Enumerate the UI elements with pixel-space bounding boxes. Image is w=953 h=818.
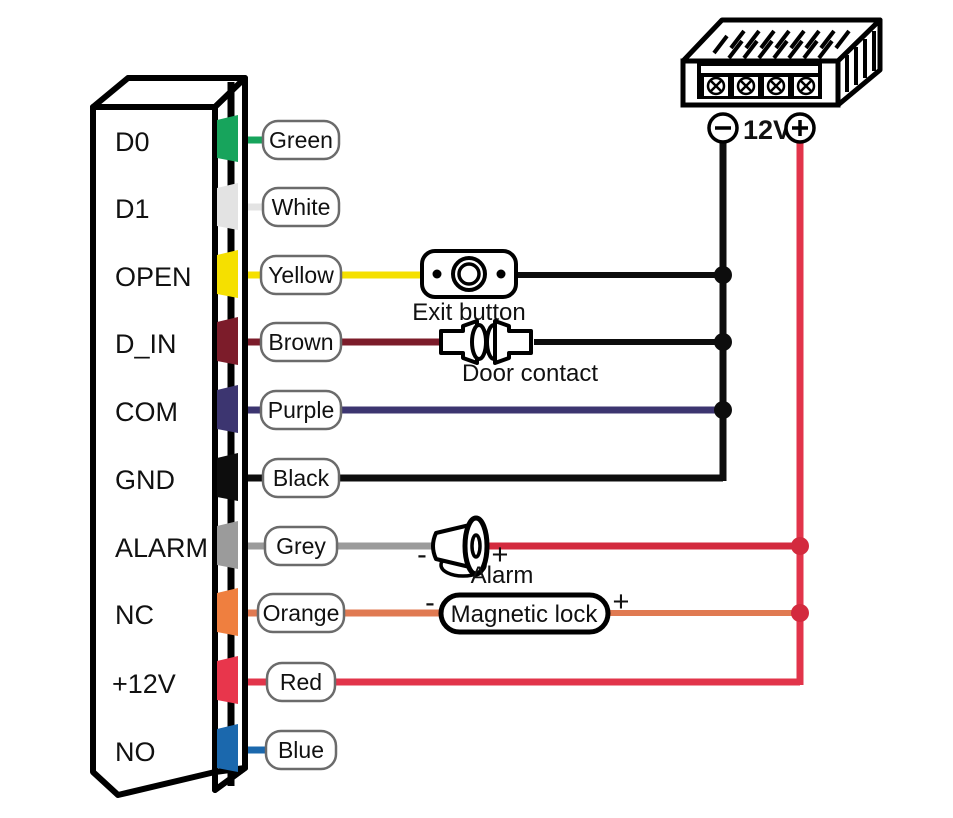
wire-label-blue[interactable]: Blue [264,729,338,771]
color-tab-orange [217,588,238,636]
pin-label-com: COM [115,397,178,427]
pin-label-12v: +12V [112,669,176,699]
door-contact[interactable]: Door contact [439,319,598,387]
magnetic-lock-label: Magnetic lock [451,601,599,628]
alarm[interactable]: - + Alarm [417,515,534,589]
color-tab-green [217,115,238,162]
pin-label-no: NO [115,737,156,767]
magnetic-lock-plus-sign: + [613,586,630,618]
pin-label-gnd: GND [115,465,175,495]
wire-label-orange[interactable]: Orange [256,592,346,634]
color-tab-white [217,183,238,230]
wire-label-brown-text: Brown [268,329,333,355]
wire-label-green-text: Green [269,127,333,153]
door-contact-label: Door contact [462,360,598,387]
junction-dot-neg-3 [714,401,732,419]
exit-button-mount-hole-right [496,269,506,279]
pin-label-alarm: ALARM [115,533,208,563]
magnetic-lock-minus-sign: - [425,587,435,619]
pin-label-d0: D0 [115,127,150,157]
pin-label-d1: D1 [115,194,150,224]
wire-color-labels: Green White Yellow Brown Purple Black Gr… [256,119,346,771]
junction-dot-pos-2 [791,604,809,622]
wiring-diagram-canvas: D0 D1 OPEN D_IN COM GND ALARM NC +12V NO… [90,17,883,798]
color-tab-grey [217,521,238,569]
psu-screw-4[interactable] [792,75,820,98]
wire-label-grey-text: Grey [276,533,326,559]
wire-label-white[interactable]: White [261,186,341,228]
wire-label-yellow-text: Yellow [268,262,334,288]
power-buses [714,143,809,685]
color-tab-red [217,656,238,704]
color-tab-yellow [217,250,238,298]
magnetic-lock[interactable]: Magnetic lock - + [425,586,630,635]
wire-label-green[interactable]: Green [261,119,341,161]
psu-screw-3[interactable] [762,75,790,98]
wire-label-grey[interactable]: Grey [263,525,339,567]
exit-button-mount-hole-left [432,269,442,279]
color-tab-black [217,453,238,501]
color-tab-brown [217,317,238,365]
wire-label-brown[interactable]: Brown [259,321,343,363]
psu-terminal-strip-top [701,66,818,73]
alarm-minus-sign: - [417,539,427,571]
door-contact-right-body [493,319,533,365]
wire-runs [228,136,803,754]
wire-label-black[interactable]: Black [261,457,341,499]
wire-label-black-text: Black [273,465,330,491]
12v-power-supply[interactable]: 12V [680,17,883,145]
wire-label-white-text: White [272,194,331,220]
psu-voltage-label: 12V [743,115,791,145]
door-contact-left-cap [470,323,488,361]
pin-label-d-in: D_IN [115,329,177,359]
junction-dot-pos-1 [791,537,809,555]
color-tab-purple [217,385,238,433]
psu-negative-terminal[interactable] [707,112,739,144]
exit-button-inner-ring [457,262,481,286]
pin-label-nc: NC [115,600,154,630]
color-tab-blue [217,724,238,772]
pin-label-open: OPEN [115,262,192,292]
wire-label-purple[interactable]: Purple [259,389,343,431]
wire-label-yellow[interactable]: Yellow [259,254,343,296]
psu-positive-terminal[interactable] [784,112,816,144]
junction-dot-neg-1 [714,266,732,284]
psu-screw-1[interactable] [702,75,730,98]
alarm-label: Alarm [471,562,534,589]
junction-dot-neg-2 [714,333,732,351]
wire-label-purple-text: Purple [268,397,334,423]
wire-label-red-text: Red [280,669,322,695]
wire-label-red[interactable]: Red [265,661,337,703]
wire-label-orange-text: Orange [263,600,340,626]
wire-label-blue-text: Blue [278,737,324,763]
exit-button[interactable]: Exit button [412,249,526,326]
alarm-horn-mouth-inner [470,533,482,559]
psu-screw-2[interactable] [732,75,760,98]
